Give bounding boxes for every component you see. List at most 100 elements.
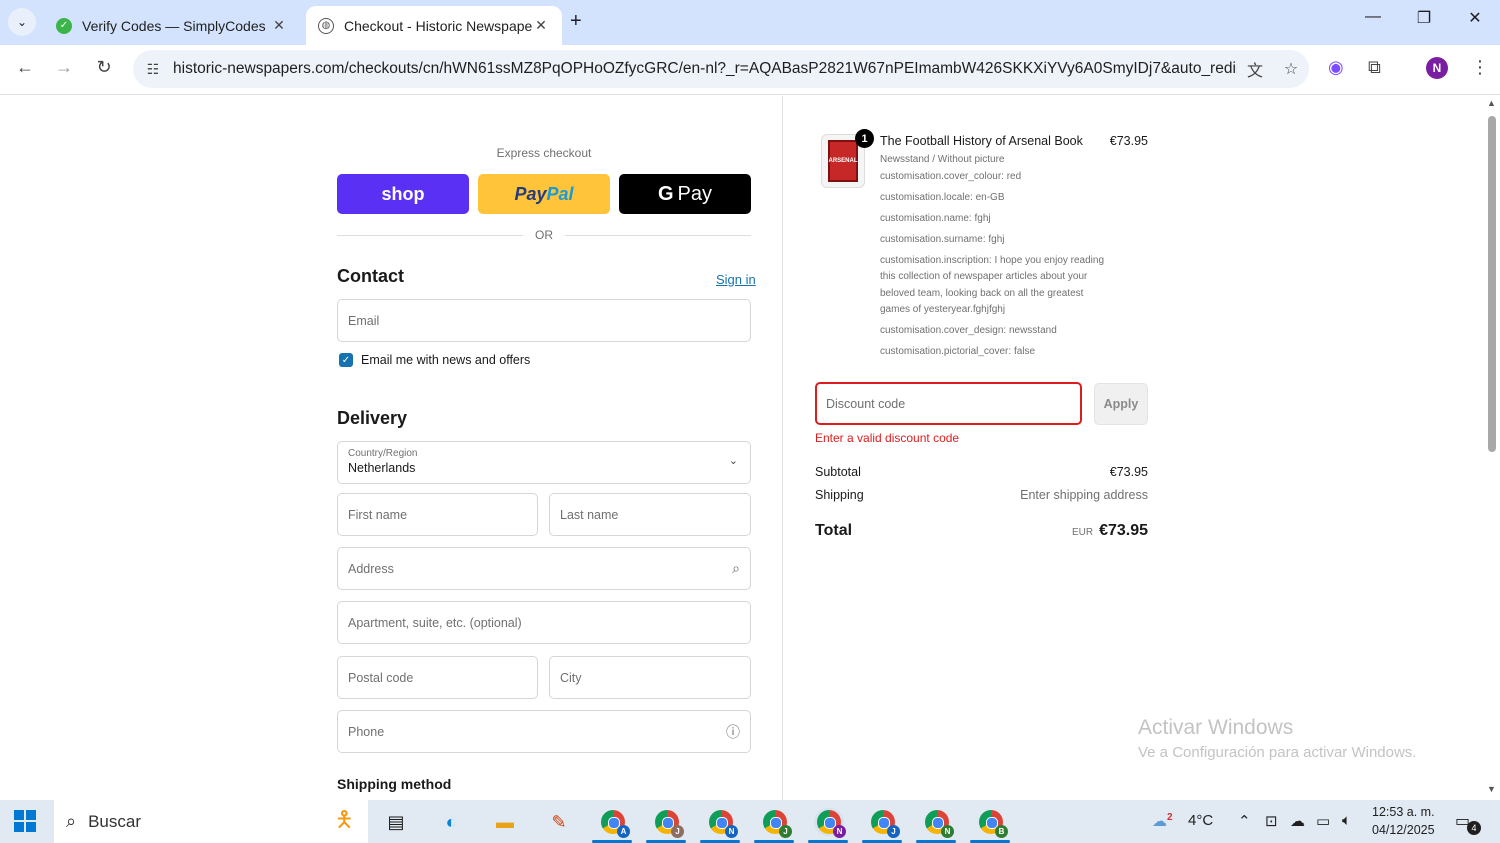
tab-search-button[interactable]: ⌄	[8, 8, 36, 36]
star-bookmark-icon[interactable]: ☆	[1273, 59, 1309, 79]
paypal-button[interactable]: Pay Pal	[478, 174, 610, 214]
delivery-heading: Delivery	[337, 408, 408, 428]
tab-checkout[interactable]: ◍ Checkout - Historic Newspapers ✕	[306, 6, 562, 45]
restore-icon[interactable]: ❐	[1401, 8, 1447, 28]
first-name-field[interactable]: First name	[337, 493, 538, 536]
edge-icon[interactable]: ◐	[436, 808, 466, 836]
or-label: OR	[535, 228, 553, 242]
minimize-icon[interactable]: —	[1350, 8, 1396, 26]
profile-letter: J	[779, 825, 792, 838]
chrome-profile-n-icon[interactable]: N	[706, 808, 738, 838]
last-name-placeholder: Last name	[560, 507, 619, 522]
clock-date: 04/12/2025	[1372, 823, 1435, 837]
divider-line	[565, 235, 751, 236]
simplycodes-favicon-icon: ✓	[56, 17, 72, 34]
or-divider: OR	[337, 226, 751, 244]
profile-letter: N	[725, 825, 738, 838]
city-field[interactable]: City	[549, 656, 751, 699]
postal-code-field[interactable]: Postal code	[337, 656, 538, 699]
back-arrow-icon[interactable]: ←	[13, 57, 37, 78]
shipping-value: Enter shipping address	[1020, 488, 1148, 502]
chrome-profile-a-icon[interactable]: A	[598, 808, 630, 838]
tab-title: Verify Codes — SimplyCodes	[82, 17, 266, 34]
pen-app-icon[interactable]: ✎	[544, 808, 574, 836]
google-g-icon: G	[657, 182, 674, 205]
task-view-icon[interactable]: ▤	[381, 808, 411, 836]
extensions-puzzle-icon[interactable]: ⧉	[1368, 57, 1381, 78]
book-cover-image: ARSENAL	[828, 140, 858, 182]
close-tab-icon[interactable]: ✕	[532, 17, 550, 34]
last-name-field[interactable]: Last name	[549, 493, 751, 536]
product-price: €73.95	[1109, 134, 1148, 148]
product-option-line: customisation.pictorial_cover: false	[880, 346, 1036, 357]
onedrive-cloud-icon[interactable]: ☁	[1290, 812, 1305, 830]
help-circle-icon[interactable]: ⓘ	[726, 722, 740, 742]
windows-start-icon[interactable]	[14, 810, 38, 834]
address-bar[interactable]: ☷ historic-newspapers.com/checkouts/cn/h…	[133, 50, 1309, 88]
menu-kebab-icon[interactable]: ⋮	[1471, 57, 1489, 78]
file-explorer-icon[interactable]: ▬	[490, 808, 520, 836]
shipping-label: Shipping	[815, 488, 864, 502]
speaker-icon[interactable]: 🔈︎	[1342, 812, 1351, 829]
watermark-subtitle: Ve a Configuración para activar Windows.	[1138, 744, 1417, 761]
profile-avatar[interactable]: N	[1426, 57, 1448, 79]
newsletter-checkbox[interactable]: ✓	[339, 353, 353, 367]
chevron-up-icon[interactable]: ⌃	[1238, 812, 1251, 830]
shipping-method-heading: Shipping method	[337, 776, 452, 792]
notification-count: 4	[1467, 821, 1481, 835]
profile-letter: A	[617, 825, 630, 838]
divider-line	[337, 235, 523, 236]
country-select[interactable]: Country/Region Netherlands ⌄	[337, 441, 751, 484]
product-option-line: customisation.cover_colour: red	[880, 170, 1022, 182]
notification-center-icon[interactable]: ▭ 4	[1455, 811, 1481, 835]
system-clock[interactable]: 12:53 a. m. 04/12/2025	[1372, 803, 1435, 839]
new-tab-plus-icon[interactable]: +	[570, 10, 582, 33]
chrome-profile-j-icon[interactable]: J	[868, 808, 900, 838]
subtotal-value: €73.95	[1109, 465, 1148, 479]
weather-cloud-icon[interactable]: ☁2	[1152, 812, 1173, 830]
temperature-label[interactable]: 4°C	[1188, 812, 1213, 829]
forward-arrow-icon[interactable]: →	[52, 57, 76, 78]
discount-error-message: Enter a valid discount code	[815, 431, 960, 445]
apartment-field[interactable]: Apartment, suite, etc. (optional)	[337, 601, 751, 644]
apply-discount-button[interactable]: Apply	[1094, 383, 1148, 425]
url-text[interactable]: historic-newspapers.com/checkouts/cn/hWN…	[173, 60, 1237, 78]
reload-icon[interactable]: ↻	[92, 57, 116, 78]
network-icon[interactable]: ▭	[1316, 812, 1330, 830]
profile-letter: B	[995, 825, 1008, 838]
phone-field[interactable]: Phone ⓘ	[337, 710, 751, 753]
google-pay-button[interactable]: G Pay	[619, 174, 751, 214]
chrome-profile-b-icon[interactable]: B	[976, 808, 1008, 838]
scroll-down-arrow-icon[interactable]: ▼	[1487, 784, 1496, 794]
site-info-icon[interactable]: ☷	[133, 61, 173, 78]
scroll-up-arrow-icon[interactable]: ▲	[1487, 98, 1496, 108]
chrome-profile-n-icon[interactable]: N	[922, 808, 954, 838]
taskbar-search-box[interactable]: ⌕ Buscar 🯅	[54, 800, 368, 843]
device-icon[interactable]: ⊡	[1265, 812, 1278, 830]
close-tab-icon[interactable]: ✕	[270, 17, 288, 34]
close-window-icon[interactable]: ✕	[1452, 8, 1498, 28]
extension-swirl-icon[interactable]: ◉	[1328, 57, 1344, 78]
product-option-line: customisation.cover_design: newsstand	[880, 325, 1057, 336]
watermark-title: Activar Windows	[1138, 716, 1294, 739]
express-checkout-label: Express checkout	[496, 146, 592, 160]
chrome-profile-j-icon[interactable]: J	[760, 808, 792, 838]
address-field[interactable]: Address ⌕	[337, 547, 751, 590]
discount-code-input[interactable]: Discount code	[815, 382, 1082, 425]
profile-letter: J	[671, 825, 684, 838]
newsletter-option[interactable]: ✓ Email me with news and offers	[339, 353, 530, 367]
sign-in-link[interactable]: Sign in	[716, 272, 756, 287]
scrollbar-thumb[interactable]	[1488, 116, 1496, 452]
chrome-profile-j-icon[interactable]: J	[652, 808, 684, 838]
browser-toolbar: ← → ↻ ☷ historic-newspapers.com/checkout…	[0, 45, 1500, 95]
email-field[interactable]: Email	[337, 299, 751, 342]
tab-verify-codes[interactable]: ✓ Verify Codes — SimplyCodes ✕	[44, 6, 300, 45]
page-scrollbar[interactable]: ▲ ▼	[1484, 96, 1500, 800]
windows-taskbar: ⌕ Buscar 🯅 ▤ ◐ ▬ ✎ A J N J N J N B ☁2 4°…	[0, 800, 1500, 843]
chrome-profile-n-icon[interactable]: N	[814, 808, 846, 838]
translate-icon[interactable]: 文	[1237, 57, 1273, 81]
shop-pay-button[interactable]: shop	[337, 174, 469, 214]
search-placeholder: Buscar	[88, 811, 142, 831]
total-value: €73.95	[1099, 522, 1148, 539]
checkout-form-column: Express checkout shop Pay Pal G Pay OR Con…	[0, 96, 783, 800]
